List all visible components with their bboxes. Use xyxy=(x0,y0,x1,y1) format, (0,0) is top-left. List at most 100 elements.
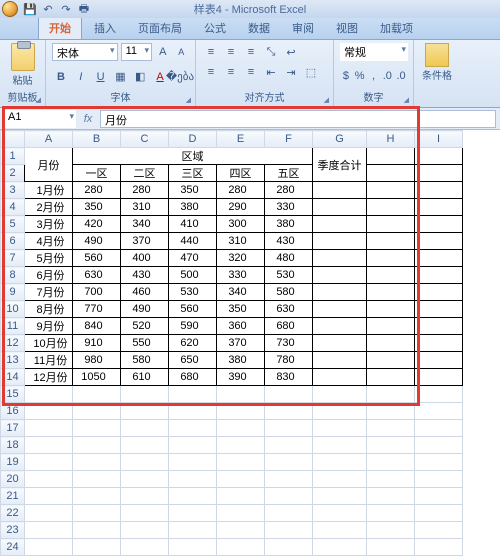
cell[interactable]: 280 xyxy=(73,182,121,199)
row-header[interactable]: 5 xyxy=(1,216,25,233)
cell[interactable]: 1月份 xyxy=(25,182,73,199)
cell[interactable]: 280 xyxy=(121,182,169,199)
cell[interactable] xyxy=(415,471,463,488)
cell[interactable] xyxy=(415,454,463,471)
cell[interactable]: 7月份 xyxy=(25,284,73,301)
cell[interactable] xyxy=(415,182,463,199)
align-right-icon[interactable]: ≡ xyxy=(242,63,260,81)
cell[interactable] xyxy=(415,403,463,420)
cell[interactable] xyxy=(367,250,415,267)
cell[interactable] xyxy=(217,505,265,522)
cell[interactable]: 380 xyxy=(169,199,217,216)
font-name-combo[interactable]: 宋体 xyxy=(52,43,118,61)
cell[interactable] xyxy=(313,233,367,250)
phonetic-button[interactable]: �ება xyxy=(171,68,189,86)
cell[interactable]: 730 xyxy=(265,335,313,352)
cell[interactable] xyxy=(217,539,265,556)
save-icon[interactable]: 💾 xyxy=(24,3,36,15)
cell[interactable]: 10月份 xyxy=(25,335,73,352)
cell[interactable] xyxy=(25,386,73,403)
row-header[interactable]: 15 xyxy=(1,386,25,403)
cell[interactable] xyxy=(25,505,73,522)
indent-dec-icon[interactable]: ⇤ xyxy=(262,63,280,81)
dec-decimal-icon[interactable]: .0 xyxy=(395,67,407,85)
cell[interactable]: 季度合计 xyxy=(313,148,367,182)
cell[interactable] xyxy=(121,471,169,488)
cell[interactable] xyxy=(73,539,121,556)
cell[interactable]: 420 xyxy=(73,216,121,233)
cell[interactable] xyxy=(313,420,367,437)
row-header[interactable]: 20 xyxy=(1,471,25,488)
comma-icon[interactable]: , xyxy=(368,67,380,85)
cell[interactable] xyxy=(313,199,367,216)
bold-button[interactable]: B xyxy=(52,68,70,86)
cell[interactable] xyxy=(217,403,265,420)
cell[interactable] xyxy=(367,505,415,522)
cell[interactable]: 460 xyxy=(121,284,169,301)
cell[interactable] xyxy=(265,386,313,403)
cell[interactable]: 1050 xyxy=(73,369,121,386)
row-header[interactable]: 18 xyxy=(1,437,25,454)
cell[interactable]: 2月份 xyxy=(25,199,73,216)
cell[interactable] xyxy=(169,386,217,403)
fill-color-button[interactable]: ◧ xyxy=(131,68,149,86)
cell[interactable] xyxy=(265,403,313,420)
row-header[interactable]: 22 xyxy=(1,505,25,522)
cell[interactable] xyxy=(415,250,463,267)
tab-layout[interactable]: 页面布局 xyxy=(128,17,192,39)
cell[interactable] xyxy=(25,539,73,556)
cell[interactable]: 430 xyxy=(121,267,169,284)
undo-icon[interactable]: ↶ xyxy=(42,3,54,15)
cell[interactable]: 280 xyxy=(265,182,313,199)
col-header[interactable]: A xyxy=(25,131,73,148)
select-all-corner[interactable] xyxy=(1,131,25,148)
cell[interactable] xyxy=(313,522,367,539)
grow-font-icon[interactable]: A xyxy=(155,43,171,61)
tab-formulas[interactable]: 公式 xyxy=(194,17,236,39)
cell[interactable] xyxy=(415,352,463,369)
cell[interactable]: 630 xyxy=(265,301,313,318)
col-header[interactable]: F xyxy=(265,131,313,148)
cell[interactable] xyxy=(25,420,73,437)
border-button[interactable]: ▦ xyxy=(111,68,129,86)
cell[interactable]: 320 xyxy=(217,250,265,267)
row-header[interactable]: 2 xyxy=(1,165,25,182)
cell[interactable]: 8月份 xyxy=(25,301,73,318)
cell[interactable] xyxy=(265,471,313,488)
row-header[interactable]: 7 xyxy=(1,250,25,267)
cell[interactable]: 580 xyxy=(265,284,313,301)
row-header[interactable]: 9 xyxy=(1,284,25,301)
cell[interactable]: 390 xyxy=(217,369,265,386)
cell[interactable] xyxy=(367,454,415,471)
cell[interactable]: 630 xyxy=(73,267,121,284)
cell[interactable]: 410 xyxy=(169,216,217,233)
cell[interactable] xyxy=(415,267,463,284)
cell[interactable] xyxy=(25,488,73,505)
row-header[interactable]: 19 xyxy=(1,454,25,471)
col-header[interactable]: D xyxy=(169,131,217,148)
cell[interactable] xyxy=(313,386,367,403)
cell[interactable]: 340 xyxy=(217,284,265,301)
cell[interactable] xyxy=(415,505,463,522)
cell[interactable]: 490 xyxy=(121,301,169,318)
cell[interactable] xyxy=(121,420,169,437)
cell[interactable] xyxy=(217,522,265,539)
cell[interactable]: 5月份 xyxy=(25,250,73,267)
cell[interactable] xyxy=(367,488,415,505)
cell[interactable] xyxy=(415,539,463,556)
cell[interactable]: 700 xyxy=(73,284,121,301)
cell[interactable]: 610 xyxy=(121,369,169,386)
cell[interactable]: 一区 xyxy=(73,165,121,182)
cell[interactable]: 680 xyxy=(265,318,313,335)
cell[interactable] xyxy=(169,420,217,437)
worksheet[interactable]: ABCDEFGHI1月份区域季度合计2一区二区三区四区五区31月份2802803… xyxy=(0,130,500,556)
cell[interactable]: 9月份 xyxy=(25,318,73,335)
cell[interactable]: 五区 xyxy=(265,165,313,182)
cell[interactable] xyxy=(73,471,121,488)
cell[interactable]: 490 xyxy=(73,233,121,250)
cell[interactable] xyxy=(169,539,217,556)
font-size-combo[interactable]: 11 xyxy=(121,43,152,61)
cell[interactable]: 380 xyxy=(217,352,265,369)
indent-inc-icon[interactable]: ⇥ xyxy=(282,63,300,81)
row-header[interactable]: 1 xyxy=(1,148,25,165)
